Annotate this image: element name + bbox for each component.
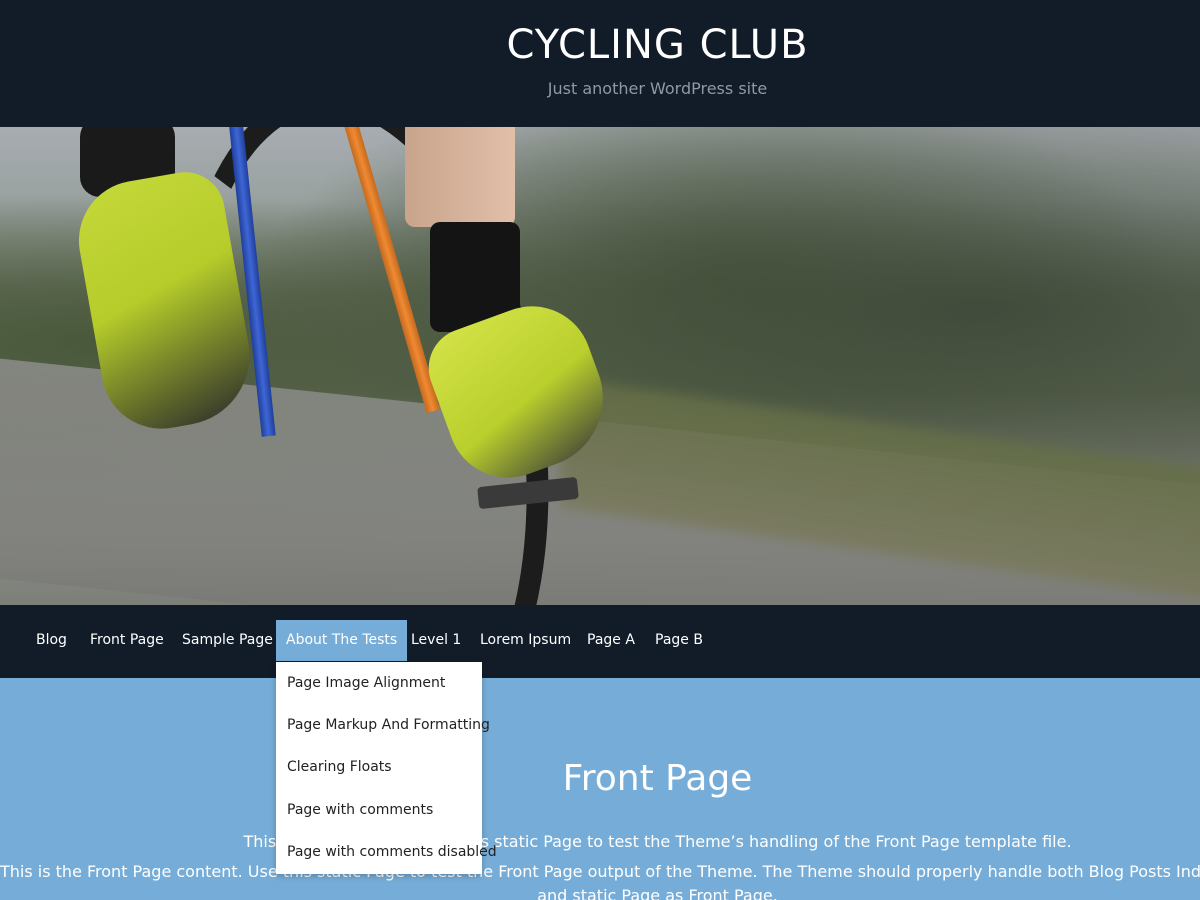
submenu-item-clearing-floats[interactable]: Clearing Floats [287,746,392,788]
hero-image [0,127,1200,605]
page-title: Front Page [562,758,753,799]
content-paragraph-3: and static Page as Front Page. [537,886,778,900]
site-header: CYCLING CLUB Just another WordPress site [0,0,1200,127]
hero-leg-right [405,127,515,227]
content-paragraph-1: This is the Front Page. Use this static … [243,832,1072,851]
nav-item-page-a[interactable]: Page A [577,620,645,661]
main-navigation: Blog Front Page Sample Page About The Te… [0,605,1200,678]
nav-item-sample-page[interactable]: Sample Page [172,620,283,661]
about-the-tests-submenu: Page Image Alignment Page Markup And For… [276,662,497,874]
site-tagline: Just another WordPress site [547,79,768,98]
nav-item-lorem-ipsum[interactable]: Lorem Ipsum [470,620,581,661]
nav-item-page-b[interactable]: Page B [645,620,713,661]
nav-item-about-the-tests[interactable]: About The Tests [276,620,408,661]
nav-item-blog[interactable]: Blog [26,620,77,661]
main-content: Front Page This is the Front Page. Use t… [0,678,1200,900]
submenu-item-page-with-comments[interactable]: Page with comments [287,789,433,831]
nav-item-front-page[interactable]: Front Page [80,620,174,661]
submenu-item-page-image-alignment[interactable]: Page Image Alignment [287,662,445,704]
submenu-item-page-markup-and-formatting[interactable]: Page Markup And Formatting [287,704,490,746]
site-title[interactable]: CYCLING CLUB [0,22,1200,68]
content-paragraph-2: This is the Front Page content. Use this… [0,862,1200,881]
submenu-item-page-with-comments-disabled[interactable]: Page with comments disabled [287,831,497,873]
nav-item-level-1[interactable]: Level 1 [401,620,471,661]
